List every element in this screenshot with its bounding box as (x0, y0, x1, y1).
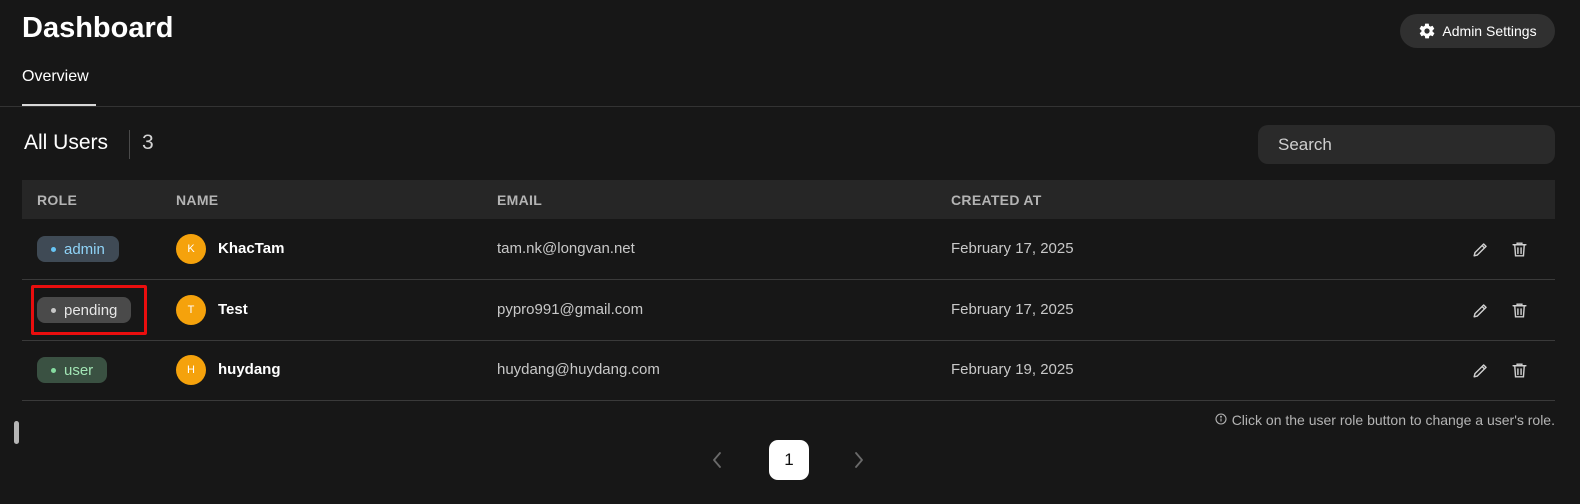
chevron-left-icon[interactable] (706, 450, 728, 470)
user-email: huydang@huydang.com (497, 361, 660, 378)
user-name: huydang (218, 361, 281, 378)
users-count: 3 (142, 131, 154, 154)
user-email: pypro991@gmail.com (497, 301, 644, 318)
role-hint: Click on the user role button to change … (1215, 412, 1555, 428)
page-title: Dashboard (22, 12, 174, 44)
avatar: K (176, 234, 206, 264)
table-row: pending T Test pypro991@gmail.com Februa… (22, 280, 1555, 341)
role-label: pending (64, 301, 118, 319)
column-header-role: ROLE (37, 192, 78, 208)
trash-icon[interactable] (1508, 238, 1530, 260)
chevron-right-icon[interactable] (848, 450, 870, 470)
status-dot (51, 307, 56, 313)
admin-dashboard: Dashboard Admin Settings Overview All Us… (0, 0, 1580, 504)
edit-icon[interactable] (1469, 238, 1491, 260)
user-created-at: February 17, 2025 (951, 240, 1074, 257)
user-name: Test (218, 301, 248, 318)
header-divider (0, 106, 1580, 107)
role-label: user (64, 361, 94, 379)
status-dot (51, 367, 56, 373)
admin-settings-button[interactable]: Admin Settings (1400, 14, 1555, 48)
user-created-at: February 19, 2025 (951, 361, 1074, 378)
column-header-name: NAME (176, 192, 219, 208)
users-section-title: All Users (24, 131, 109, 154)
edit-icon[interactable] (1469, 359, 1491, 381)
page-button[interactable]: 1 (769, 440, 809, 480)
search-input[interactable] (1258, 125, 1555, 164)
gear-icon (1418, 22, 1436, 40)
role-badge-pending[interactable]: pending (37, 297, 132, 323)
table-row: admin K KhacTam tam.nk@longvan.net Febru… (22, 219, 1555, 280)
table-row: user H huydang huydang@huydang.com Febru… (22, 340, 1555, 401)
table-header: ROLE NAME EMAIL CREATED AT (22, 180, 1555, 219)
tab-overview[interactable]: Overview (22, 68, 89, 86)
trash-icon[interactable] (1508, 359, 1530, 381)
edit-icon[interactable] (1469, 299, 1491, 321)
info-icon (1215, 412, 1227, 428)
avatar: H (176, 355, 206, 385)
title-divider (129, 130, 130, 159)
trash-icon[interactable] (1508, 299, 1530, 321)
admin-settings-label: Admin Settings (1442, 23, 1537, 39)
role-badge-admin[interactable]: admin (37, 236, 119, 262)
role-label: admin (64, 240, 105, 258)
role-hint-text: Click on the user role button to change … (1231, 412, 1555, 428)
role-badge-user[interactable]: user (37, 357, 108, 383)
user-created-at: February 17, 2025 (951, 301, 1074, 318)
avatar: T (176, 295, 206, 325)
column-header-created-at: CREATED AT (951, 192, 1042, 208)
user-name: KhacTam (218, 240, 285, 257)
scrollbar-handle[interactable] (14, 421, 19, 444)
column-header-email: EMAIL (497, 192, 543, 208)
user-email: tam.nk@longvan.net (497, 240, 635, 257)
status-dot (51, 246, 56, 252)
